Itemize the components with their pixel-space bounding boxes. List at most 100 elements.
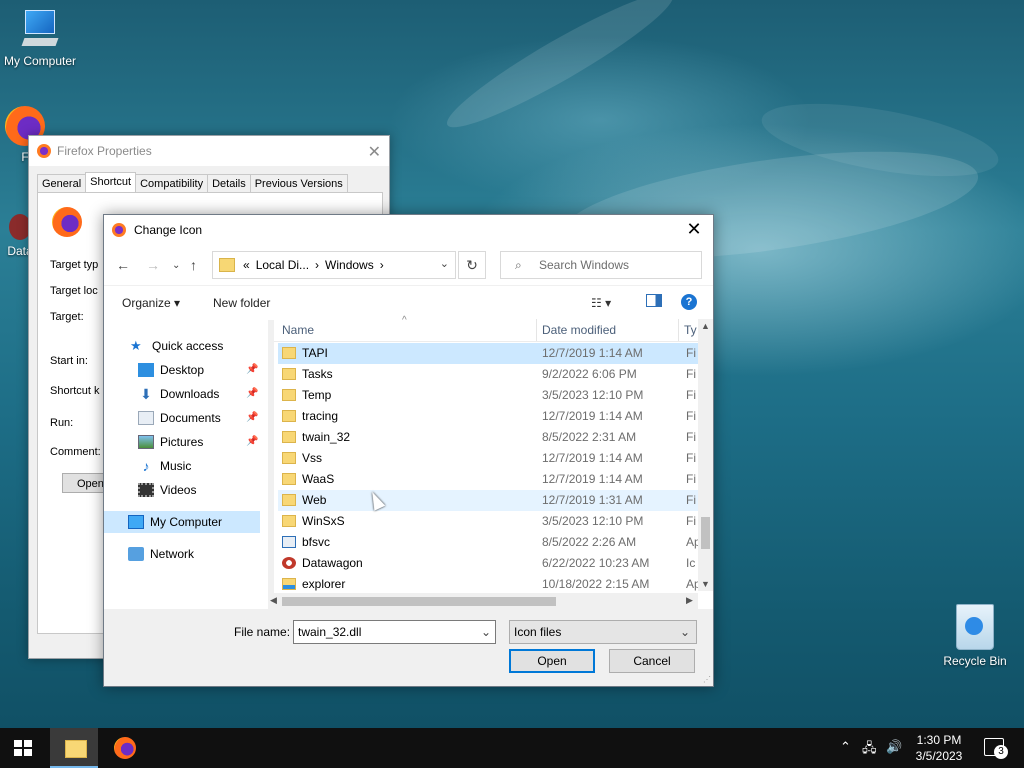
folder-icon xyxy=(282,431,296,443)
file-date: 12/7/2019 1:14 AM xyxy=(542,409,643,423)
nav-label: My Computer xyxy=(150,515,223,529)
nav-quick-access[interactable]: ★ Quick access xyxy=(130,335,223,357)
desktop-icon-my-computer[interactable]: My Computer xyxy=(0,10,80,68)
nav-documents[interactable]: Documents xyxy=(138,407,221,429)
file-row[interactable]: bfsvc 8/5/2022 2:26 AM Ap xyxy=(278,532,701,553)
taskbar-firefox[interactable] xyxy=(100,728,148,768)
resize-grip-icon[interactable]: ⋰ xyxy=(703,675,711,684)
nav-pictures[interactable]: Pictures xyxy=(138,431,203,453)
nav-label: Desktop xyxy=(160,363,205,377)
firefox-icon xyxy=(52,207,82,237)
nav-my-computer[interactable]: My Computer xyxy=(104,511,260,533)
file-name-label: File name: xyxy=(234,625,291,639)
file-type-select[interactable]: Icon files ⌄ xyxy=(509,620,697,644)
search-input[interactable]: ⌕ Search Windows xyxy=(500,251,702,279)
file-type: Fi xyxy=(686,346,696,360)
file-row[interactable]: Web 12/7/2019 1:31 AM Fi xyxy=(278,490,698,511)
chevron-up-icon[interactable]: ⌃ xyxy=(840,739,851,755)
address-bar[interactable]: « Local Di... › Windows › ⌄ xyxy=(212,251,456,279)
nav-videos[interactable]: Videos xyxy=(138,479,196,501)
new-folder-button[interactable]: New folder xyxy=(213,296,270,310)
desktop-icon-recycle-bin[interactable]: Recycle Bin xyxy=(935,604,1015,668)
vertical-scrollbar[interactable]: ▲ ▼ xyxy=(698,319,713,591)
close-icon[interactable]: ✕ xyxy=(368,142,381,162)
file-row[interactable]: Datawagon 6/22/2022 10:23 AM Ic xyxy=(278,553,698,574)
up-arrow-icon[interactable]: ↑ xyxy=(190,257,197,273)
pictures-icon xyxy=(138,435,154,449)
chevron-down-icon[interactable]: ⌄ xyxy=(440,257,449,270)
nav-network[interactable]: Network xyxy=(128,543,194,565)
breadcrumb-separator: › xyxy=(379,258,384,272)
breadcrumb-local-disk[interactable]: Local Di... xyxy=(256,258,309,272)
label-shortcut-key: Shortcut k xyxy=(50,385,100,397)
column-type[interactable]: Ty xyxy=(684,323,697,337)
scrollbar-thumb[interactable] xyxy=(701,517,710,549)
cancel-button[interactable]: Cancel xyxy=(609,649,695,673)
column-name[interactable]: Name xyxy=(282,323,314,337)
folder-icon xyxy=(282,389,296,401)
taskbar-file-explorer[interactable] xyxy=(50,728,98,768)
forward-arrow-icon[interactable]: → xyxy=(146,257,160,273)
label-target-location: Target loc xyxy=(50,285,98,297)
desktop-icon-label: Recycle Bin xyxy=(943,654,1007,668)
folder-icon xyxy=(282,368,296,380)
file-row[interactable]: TAPI 12/7/2019 1:14 AM Fi xyxy=(278,343,698,364)
file-name: WinSxS xyxy=(302,514,345,528)
view-options-icon[interactable]: ☷ ▾ xyxy=(591,296,611,310)
file-row[interactable]: WaaS 12/7/2019 1:14 AM Fi xyxy=(278,469,698,490)
close-icon[interactable]: ✕ xyxy=(681,219,707,240)
back-arrow-icon[interactable]: ← xyxy=(116,257,130,273)
file-row[interactable]: explorer 10/18/2022 2:15 AM Ap xyxy=(278,574,701,595)
file-row[interactable]: Tasks 9/2/2022 6:06 PM Fi xyxy=(278,364,698,385)
clock-time: 1:30 PM xyxy=(916,733,962,747)
help-icon[interactable]: ? xyxy=(681,294,697,310)
download-arrow-icon: ⬇ xyxy=(140,386,152,402)
volume-icon[interactable]: 🔊 xyxy=(886,739,902,755)
windows-start-icon[interactable] xyxy=(14,740,32,756)
change-icon-dialog[interactable]: Change Icon ✕ ← → ⌄ ↑ « Local Di... › Wi… xyxy=(103,214,714,687)
dialog-titlebar[interactable]: Change Icon xyxy=(104,215,713,245)
scroll-left-icon[interactable]: ◀ xyxy=(270,595,277,606)
file-row[interactable]: WinSxS 3/5/2023 12:10 PM Fi xyxy=(278,511,698,532)
folder-icon xyxy=(219,258,235,272)
taskbar: ⌃ 🖧 🔊 1:30 PM 3/5/2023 3 xyxy=(0,728,1024,768)
desktop-icon-label: My Computer xyxy=(3,54,77,68)
column-date-modified[interactable]: Date modified xyxy=(542,323,616,337)
recent-locations-chevron-icon[interactable]: ⌄ xyxy=(172,260,180,271)
file-row[interactable]: twain_32 8/5/2022 2:31 AM Fi xyxy=(278,427,698,448)
scroll-right-icon[interactable]: ▶ xyxy=(686,595,693,606)
refresh-icon[interactable]: ↻ xyxy=(458,251,486,279)
open-button[interactable]: Open xyxy=(509,649,595,673)
column-separator[interactable] xyxy=(678,319,679,341)
system-clock[interactable]: 1:30 PM 3/5/2023 xyxy=(904,732,974,764)
file-row[interactable]: Vss 12/7/2019 1:14 AM Fi xyxy=(278,448,698,469)
file-type: Fi xyxy=(686,493,696,507)
folder-icon xyxy=(282,410,296,422)
nav-desktop[interactable]: Desktop xyxy=(138,359,204,381)
file-date: 6/22/2022 10:23 AM xyxy=(542,556,650,570)
label-comment: Comment: xyxy=(50,446,101,458)
recycle-bin-icon xyxy=(956,604,994,650)
preview-pane-icon[interactable] xyxy=(646,294,662,307)
organize-button[interactable]: Organize ▾ xyxy=(122,296,180,310)
breadcrumb-windows[interactable]: Windows xyxy=(325,258,374,272)
column-separator[interactable] xyxy=(536,319,537,341)
chevron-down-icon[interactable]: ⌄ xyxy=(481,621,491,643)
scroll-down-icon[interactable]: ▼ xyxy=(701,579,710,589)
properties-titlebar[interactable]: Firefox Properties xyxy=(29,136,389,166)
network-icon[interactable]: 🖧 xyxy=(862,739,877,761)
file-row[interactable]: tracing 12/7/2019 1:14 AM Fi xyxy=(278,406,698,427)
file-date: 12/7/2019 1:14 AM xyxy=(542,472,643,486)
nav-music[interactable]: ♪ Music xyxy=(138,455,192,477)
scroll-up-icon[interactable]: ▲ xyxy=(701,321,710,331)
file-row[interactable]: Temp 3/5/2023 12:10 PM Fi xyxy=(278,385,698,406)
nav-downloads[interactable]: ⬇ Downloads xyxy=(138,383,219,405)
horizontal-scrollbar[interactable]: ◀ ▶ xyxy=(268,593,698,609)
file-name: Web xyxy=(302,493,327,507)
scrollbar-thumb[interactable] xyxy=(282,597,556,606)
tab-shortcut[interactable]: Shortcut xyxy=(85,172,137,193)
file-name-input[interactable]: twain_32.dll ⌄ xyxy=(293,620,496,644)
file-date: 10/18/2022 2:15 AM xyxy=(542,577,650,591)
breadcrumb-overflow[interactable]: « xyxy=(243,258,250,272)
file-name: TAPI xyxy=(302,346,328,360)
